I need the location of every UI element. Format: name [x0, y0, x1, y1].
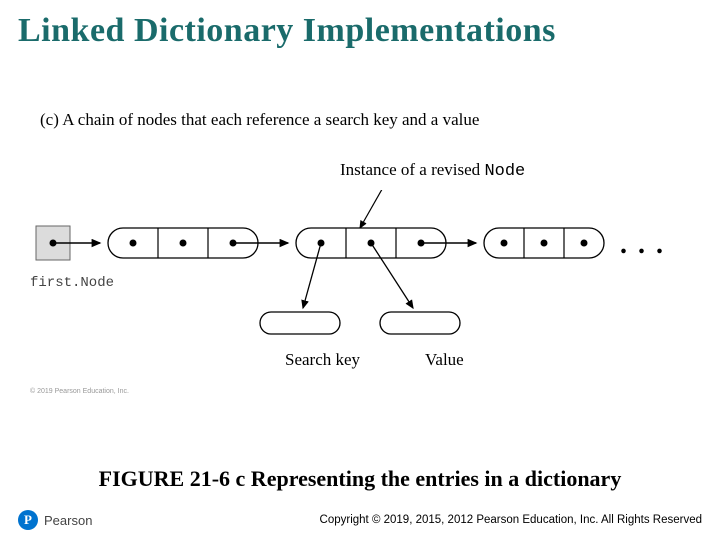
figure-caption: FIGURE 21-6 c Representing the entries i… [0, 466, 720, 492]
diagram-svg [30, 190, 670, 375]
instance-label: Instance of a revised Node [340, 160, 525, 181]
sub-caption: (c) A chain of nodes that each reference… [40, 110, 479, 130]
sub-caption-prefix: (c) [40, 110, 62, 129]
first-node-label: first.Node [30, 275, 114, 291]
instance-label-mono: Node [484, 162, 525, 181]
slide-title: Linked Dictionary Implementations [0, 0, 720, 50]
pearson-logo-icon: P [18, 510, 38, 530]
sub-caption-text: A chain of nodes that each reference a s… [62, 110, 479, 129]
brand-name: Pearson [44, 513, 92, 528]
instance-label-text: Instance of a revised [340, 160, 484, 179]
footer: P Pearson Copyright © 2019, 2015, 2012 P… [0, 510, 720, 530]
search-key-label: Search key [285, 350, 360, 370]
diagram-area: (c) A chain of nodes that each reference… [30, 100, 690, 420]
footer-copyright: Copyright © 2019, 2015, 2012 Pearson Edu… [320, 514, 702, 526]
tiny-copyright: © 2019 Pearson Education, Inc. [30, 388, 129, 395]
ellipsis: . . . [620, 229, 665, 261]
value-label: Value [425, 350, 464, 370]
